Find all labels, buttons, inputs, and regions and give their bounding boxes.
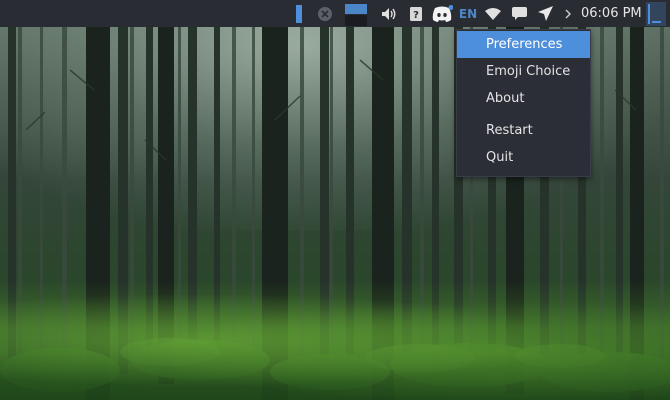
- menu-item-about[interactable]: About: [457, 85, 590, 112]
- svg-text:?: ?: [413, 10, 419, 21]
- menu-item-preferences[interactable]: Preferences: [457, 31, 590, 58]
- blue-bar-indicator-icon[interactable]: [294, 0, 304, 27]
- menu-item-quit[interactable]: Quit: [457, 144, 590, 171]
- desktop-wallpaper: ? EN 06:06 PM Preferences Emoji Choice A…: [0, 0, 670, 400]
- menu-item-restart[interactable]: Restart: [457, 117, 590, 144]
- panel-menu-icon[interactable]: [644, 0, 668, 27]
- language-indicator[interactable]: EN: [458, 0, 478, 27]
- clock[interactable]: 06:06 PM: [581, 0, 642, 27]
- chat-icon[interactable]: [510, 0, 528, 27]
- tray-context-menu: Preferences Emoji Choice About Restart Q…: [456, 29, 591, 177]
- forest-floor: [0, 280, 670, 400]
- menu-item-emoji-choice[interactable]: Emoji Choice: [457, 58, 590, 85]
- volume-icon[interactable]: [380, 0, 398, 27]
- chevron-right-icon[interactable]: [562, 0, 574, 27]
- window-preview-icon[interactable]: [344, 0, 368, 27]
- clipboard-question-icon[interactable]: ?: [408, 0, 424, 27]
- top-panel: ? EN 06:06 PM: [0, 0, 670, 27]
- discord-icon[interactable]: [430, 0, 454, 27]
- send-arrow-icon[interactable]: [536, 0, 554, 27]
- mail-icon[interactable]: [316, 0, 334, 27]
- wifi-icon[interactable]: [484, 0, 502, 27]
